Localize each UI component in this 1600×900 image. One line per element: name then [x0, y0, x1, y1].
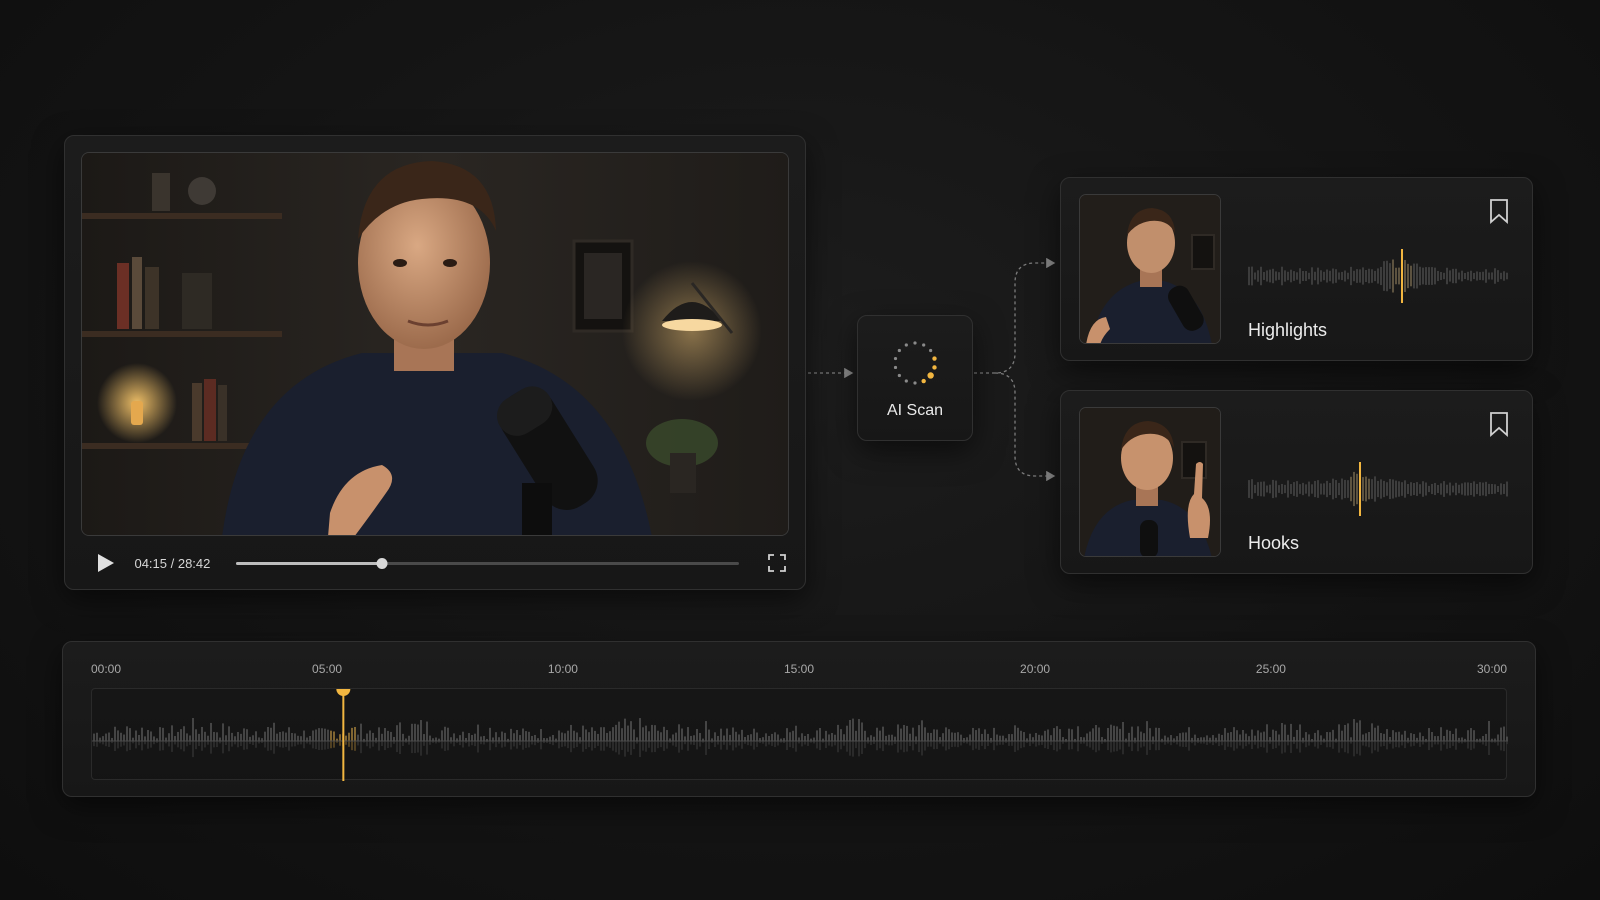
spinner-dot	[921, 378, 926, 384]
fullscreen-button[interactable]	[765, 551, 789, 575]
spinner-dot	[897, 373, 901, 378]
progress-fill	[236, 561, 383, 565]
hooks-waveform	[1248, 462, 1508, 516]
highlights-thumbnail	[1079, 194, 1221, 344]
tick-label: 00:00	[91, 662, 122, 676]
arrow-scan-to-hooks	[994, 372, 1056, 482]
result-card-highlights[interactable]: Highlights	[1060, 177, 1533, 361]
waveform-timeline: 00:00 05:00 10:00 15:00 20:00 25:00 30:0…	[62, 641, 1536, 797]
spinner-dot	[904, 379, 908, 383]
fullscreen-icon	[768, 554, 787, 572]
hooks-title: Hooks	[1248, 533, 1300, 553]
spinner-dot	[893, 356, 898, 361]
ai-scan-label: AI Scan	[886, 402, 944, 419]
spinner-dot	[913, 341, 917, 345]
result-card-hooks[interactable]: Hooks	[1060, 390, 1533, 574]
video-frame[interactable]	[81, 152, 789, 536]
bookmark-icon[interactable]	[1488, 411, 1510, 437]
bookmark-icon[interactable]	[1488, 198, 1510, 224]
spinner-dot	[932, 365, 937, 370]
tick-label: 15:00	[783, 662, 815, 676]
ai-scan-node: AI Scan	[857, 315, 973, 441]
tick-label: 10:00	[547, 662, 578, 676]
video-player: 04:15 / 28:42	[64, 135, 806, 590]
spinner-dot	[893, 365, 898, 370]
timeline-ticks: 00:00 05:00 10:00 15:00 20:00 25:00 30:0…	[91, 662, 1507, 678]
player-controls: 04:15 / 28:42	[81, 543, 789, 583]
play-button[interactable]	[91, 548, 120, 578]
arrow-scan-to-highlights	[974, 257, 1056, 374]
tick-label: 25:00	[1255, 662, 1286, 676]
spinner-dot	[913, 381, 917, 385]
play-icon	[97, 554, 114, 572]
tick-label: 30:00	[1476, 662, 1507, 676]
playhead-handle	[336, 689, 351, 696]
timeline-waveform-area[interactable]	[91, 688, 1508, 781]
highlights-waveform	[1248, 249, 1508, 303]
spinner-dot	[927, 372, 934, 379]
spinner-dot	[922, 343, 926, 347]
progress-knob[interactable]	[376, 557, 388, 569]
progress-bar[interactable]	[236, 557, 740, 569]
spinner-dot	[904, 343, 908, 347]
spinner-dot	[929, 348, 933, 353]
spinner-dot	[932, 356, 937, 361]
tick-label: 20:00	[1020, 662, 1051, 676]
time-display: 04:15 / 28:42	[134, 555, 211, 571]
spinner-dot	[897, 348, 901, 353]
hooks-thumbnail	[1079, 407, 1221, 557]
tick-label: 05:00	[312, 662, 343, 676]
highlights-title: Highlights	[1248, 320, 1328, 340]
loading-spinner-icon	[893, 341, 937, 385]
